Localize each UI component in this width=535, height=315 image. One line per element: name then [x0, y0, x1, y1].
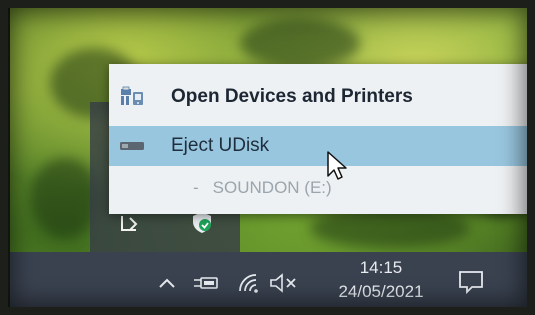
menu-item-label: Open Devices and Printers: [171, 86, 413, 107]
devices-printers-icon: [119, 86, 145, 108]
clock[interactable]: 14:15 24/05/2021: [322, 256, 440, 304]
sub-item-label: SOUNDON (E:): [212, 178, 332, 197]
clock-date: 24/05/2021: [338, 282, 424, 301]
power-plug-icon[interactable]: [193, 272, 219, 294]
chevron-up-icon[interactable]: [156, 272, 178, 294]
speaker-muted-icon[interactable]: [268, 271, 300, 295]
share-icon[interactable]: [118, 212, 140, 234]
open-devices-printers-item[interactable]: Open Devices and Printers: [109, 76, 535, 118]
photo-of-screen: Open Devices and Printers Eject UDisk - …: [0, 0, 535, 315]
wifi-icon[interactable]: [236, 271, 260, 295]
taskbar: 14:15 24/05/2021: [10, 252, 530, 308]
sub-item-dash: -: [193, 178, 199, 197]
drive-sub-item[interactable]: - SOUNDON (E:): [109, 172, 535, 204]
usb-drive-icon: [119, 135, 145, 157]
notification-icon[interactable]: [456, 268, 486, 296]
clock-time: 14:15: [359, 258, 403, 277]
menu-item-label: Eject UDisk: [171, 135, 270, 156]
eject-udisk-item[interactable]: Eject UDisk: [109, 126, 535, 166]
mouse-cursor-icon: [326, 150, 350, 182]
usb-context-menu: Open Devices and Printers Eject UDisk - …: [109, 64, 535, 214]
